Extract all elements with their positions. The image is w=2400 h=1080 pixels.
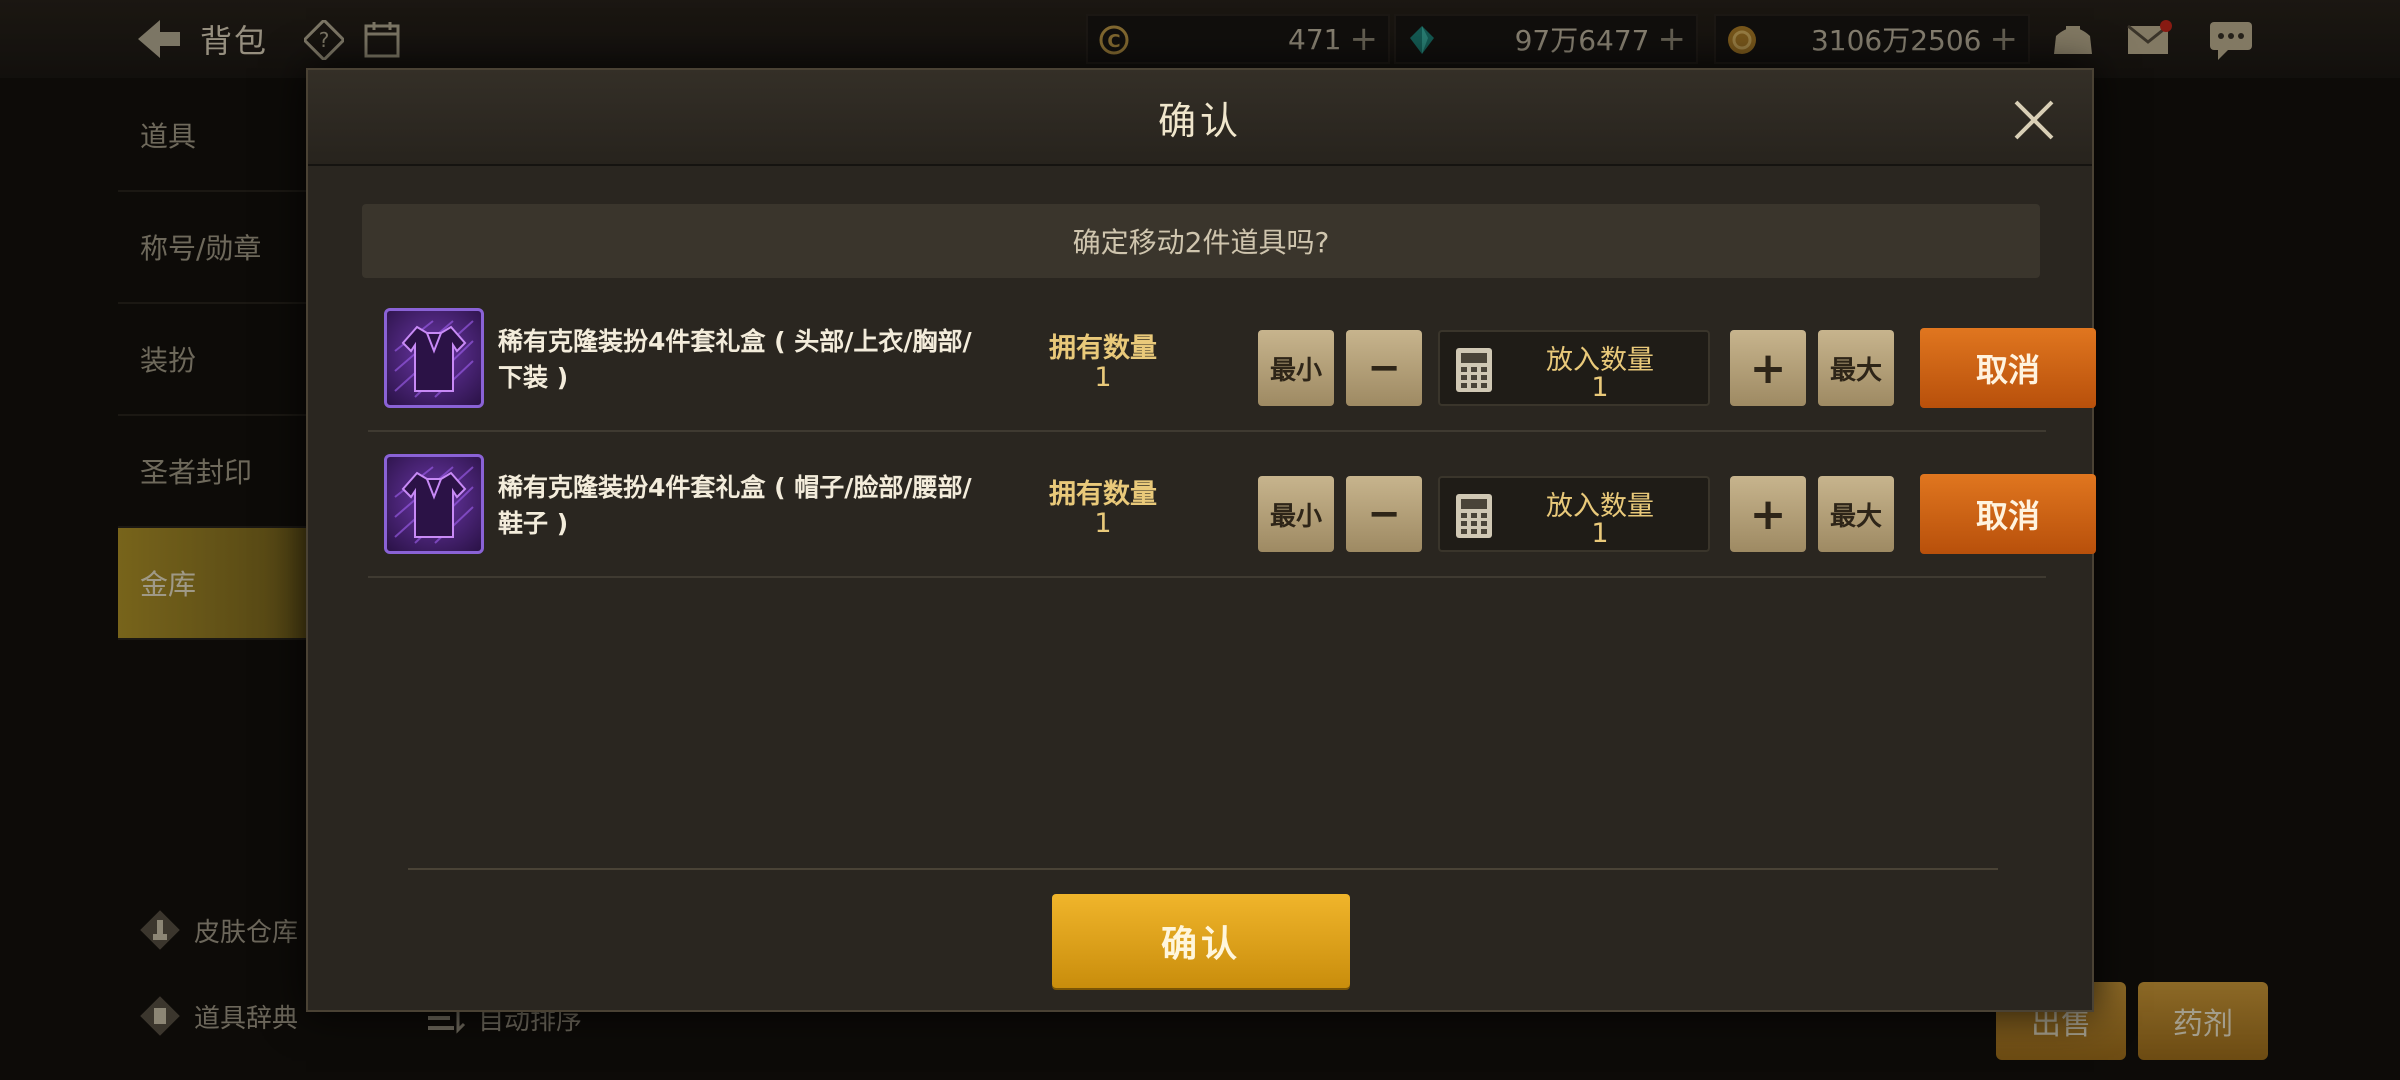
divider (408, 868, 1998, 870)
item-thumbnail (384, 454, 484, 554)
close-icon[interactable] (2012, 98, 2056, 142)
max-button[interactable]: 最大 (1818, 330, 1894, 406)
calculator-icon[interactable] (1454, 492, 1494, 540)
quantity-input[interactable]: 放入数量 1 (1438, 476, 1710, 552)
min-button[interactable]: 最小 (1258, 330, 1334, 406)
decrement-button[interactable]: − (1346, 330, 1422, 406)
increment-button[interactable]: + (1730, 476, 1806, 552)
item-name: 稀有克隆装扮4件套礼盒 ( 头部/上衣/胸部/下装 ) (498, 327, 972, 392)
owned-qty-label: 拥有数量 (1049, 333, 1157, 364)
move-item-row: 稀有克隆装扮4件套礼盒 ( 帽子/脸部/腰部/鞋子 ) 拥有数量 1 最小 − … (368, 432, 2096, 578)
move-item-row: 稀有克隆装扮4件套礼盒 ( 头部/上衣/胸部/下装 ) 拥有数量 1 最小 − … (368, 286, 2096, 432)
quantity-input[interactable]: 放入数量 1 (1438, 330, 1710, 406)
owned-qty-value: 1 (1094, 508, 1112, 539)
confirm-dialog: 确认 确定移动2件道具吗? 稀有克隆装扮4件套礼盒 ( 头部/上衣/胸部/下装 … (306, 68, 2096, 1012)
cancel-button[interactable]: 取消 (1920, 328, 2096, 408)
put-qty-value: 1 (1591, 372, 1609, 403)
outfit-icon (394, 320, 474, 398)
dialog-title: 确认 (1157, 98, 1242, 143)
owned-qty-value: 1 (1094, 362, 1112, 393)
increment-button[interactable]: + (1730, 330, 1806, 406)
dialog-prompt: 确定移动2件道具吗? (362, 204, 2040, 278)
outfit-icon (394, 466, 474, 544)
put-qty-value: 1 (1591, 518, 1609, 549)
confirm-button[interactable]: 确认 (1052, 894, 1350, 988)
item-name: 稀有克隆装扮4件套礼盒 ( 帽子/脸部/腰部/鞋子 ) (498, 473, 972, 538)
decrement-button[interactable]: − (1346, 476, 1422, 552)
min-button[interactable]: 最小 (1258, 476, 1334, 552)
owned-qty-label: 拥有数量 (1049, 479, 1157, 510)
dialog-header: 确认 (308, 70, 2092, 166)
calculator-icon[interactable] (1454, 346, 1494, 394)
cancel-button[interactable]: 取消 (1920, 474, 2096, 554)
item-thumbnail (384, 308, 484, 408)
max-button[interactable]: 最大 (1818, 476, 1894, 552)
